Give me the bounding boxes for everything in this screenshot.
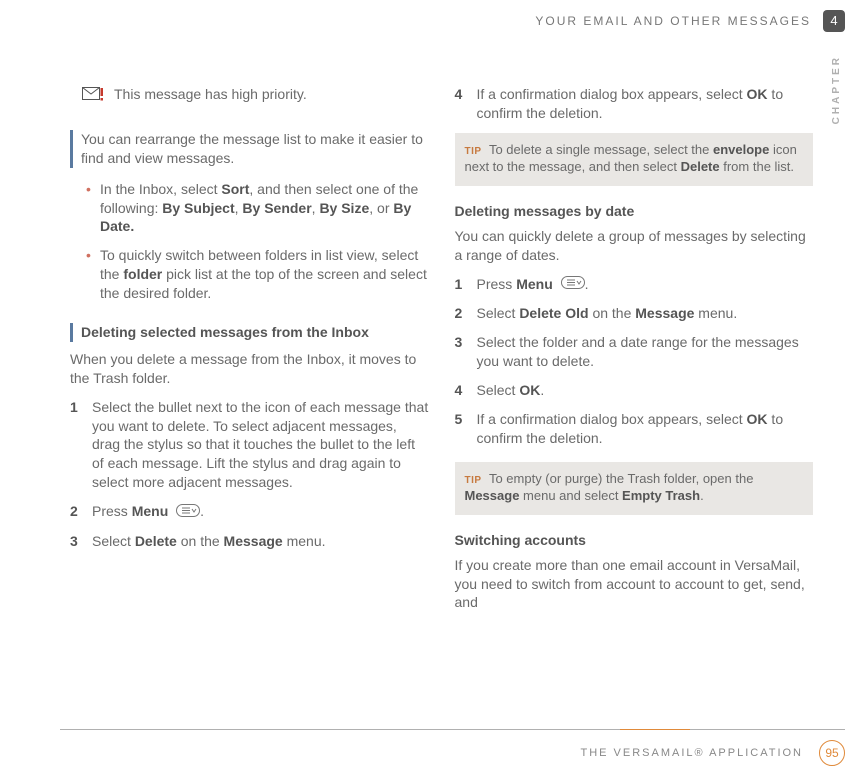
deleting-by-date-intro: You can quickly delete a group of messag… bbox=[455, 227, 814, 265]
tip-label: TIP bbox=[465, 146, 482, 157]
chapter-side-label: CHAPTER bbox=[830, 55, 844, 124]
chapter-number-badge: 4 bbox=[823, 10, 845, 32]
switching-accounts-body: If you create more than one email accoun… bbox=[455, 556, 814, 613]
deleting-by-date-heading: Deleting messages by date bbox=[455, 202, 814, 221]
header-title: YOUR EMAIL AND OTHER MESSAGES bbox=[535, 13, 811, 29]
menu-button-icon bbox=[561, 275, 585, 294]
dstep-2: 2 Select Delete Old on the Message menu. bbox=[455, 304, 814, 323]
footer-accent-line bbox=[620, 729, 690, 730]
rearrange-intro: You can rearrange the message list to ma… bbox=[81, 131, 423, 166]
bullet-folder: To quickly switch between folders in lis… bbox=[86, 246, 429, 303]
right-column: 4 If a confirmation dialog box appears, … bbox=[455, 85, 814, 612]
dstep-3: 3 Select the folder and a date range for… bbox=[455, 333, 814, 371]
footer-title: THE VERSAMAIL® APPLICATION bbox=[581, 746, 804, 761]
deleting-selected-heading: Deleting selected messages from the Inbo… bbox=[70, 323, 429, 342]
step-2: 2 Press Menu . bbox=[70, 502, 429, 522]
page-footer: THE VERSAMAIL® APPLICATION 95 bbox=[60, 729, 845, 766]
deleting-selected-intro: When you delete a message from the Inbox… bbox=[70, 350, 429, 388]
priority-legend-row: This message has high priority. bbox=[82, 85, 429, 108]
page-header: YOUR EMAIL AND OTHER MESSAGES 4 bbox=[535, 10, 845, 32]
dstep-4: 4 Select OK. bbox=[455, 381, 814, 400]
step-1: 1 Select the bullet next to the icon of … bbox=[70, 398, 429, 492]
switching-accounts-heading: Switching accounts bbox=[455, 531, 814, 550]
dstep-5: 5 If a confirmation dialog box appears, … bbox=[455, 410, 814, 448]
dstep-1: 1 Press Menu . bbox=[455, 275, 814, 295]
bullet-sort: In the Inbox, select Sort, and then sele… bbox=[86, 180, 429, 237]
page-number: 95 bbox=[819, 740, 845, 766]
rearrange-bullets: In the Inbox, select Sort, and then sele… bbox=[86, 180, 429, 303]
tip-label: TIP bbox=[465, 475, 482, 486]
deleting-by-date-steps: 1 Press Menu . 2 bbox=[455, 275, 814, 448]
tip-empty-trash: TIP To empty (or purge) the Trash folder… bbox=[455, 462, 814, 515]
priority-legend-text: This message has high priority. bbox=[114, 85, 307, 104]
tip-delete-single: TIP To delete a single message, select t… bbox=[455, 133, 814, 186]
step-3: 3 Select Delete on the Message menu. bbox=[70, 532, 429, 551]
step-4-continued: 4 If a confirmation dialog box appears, … bbox=[455, 85, 814, 123]
deleting-selected-steps: 1 Select the bullet next to the icon of … bbox=[70, 398, 429, 551]
menu-button-icon bbox=[176, 503, 200, 522]
page-body: This message has high priority. You can … bbox=[70, 85, 813, 612]
envelope-priority-icon bbox=[82, 87, 104, 108]
left-column: This message has high priority. You can … bbox=[70, 85, 429, 612]
rearrange-section: You can rearrange the message list to ma… bbox=[70, 130, 429, 168]
